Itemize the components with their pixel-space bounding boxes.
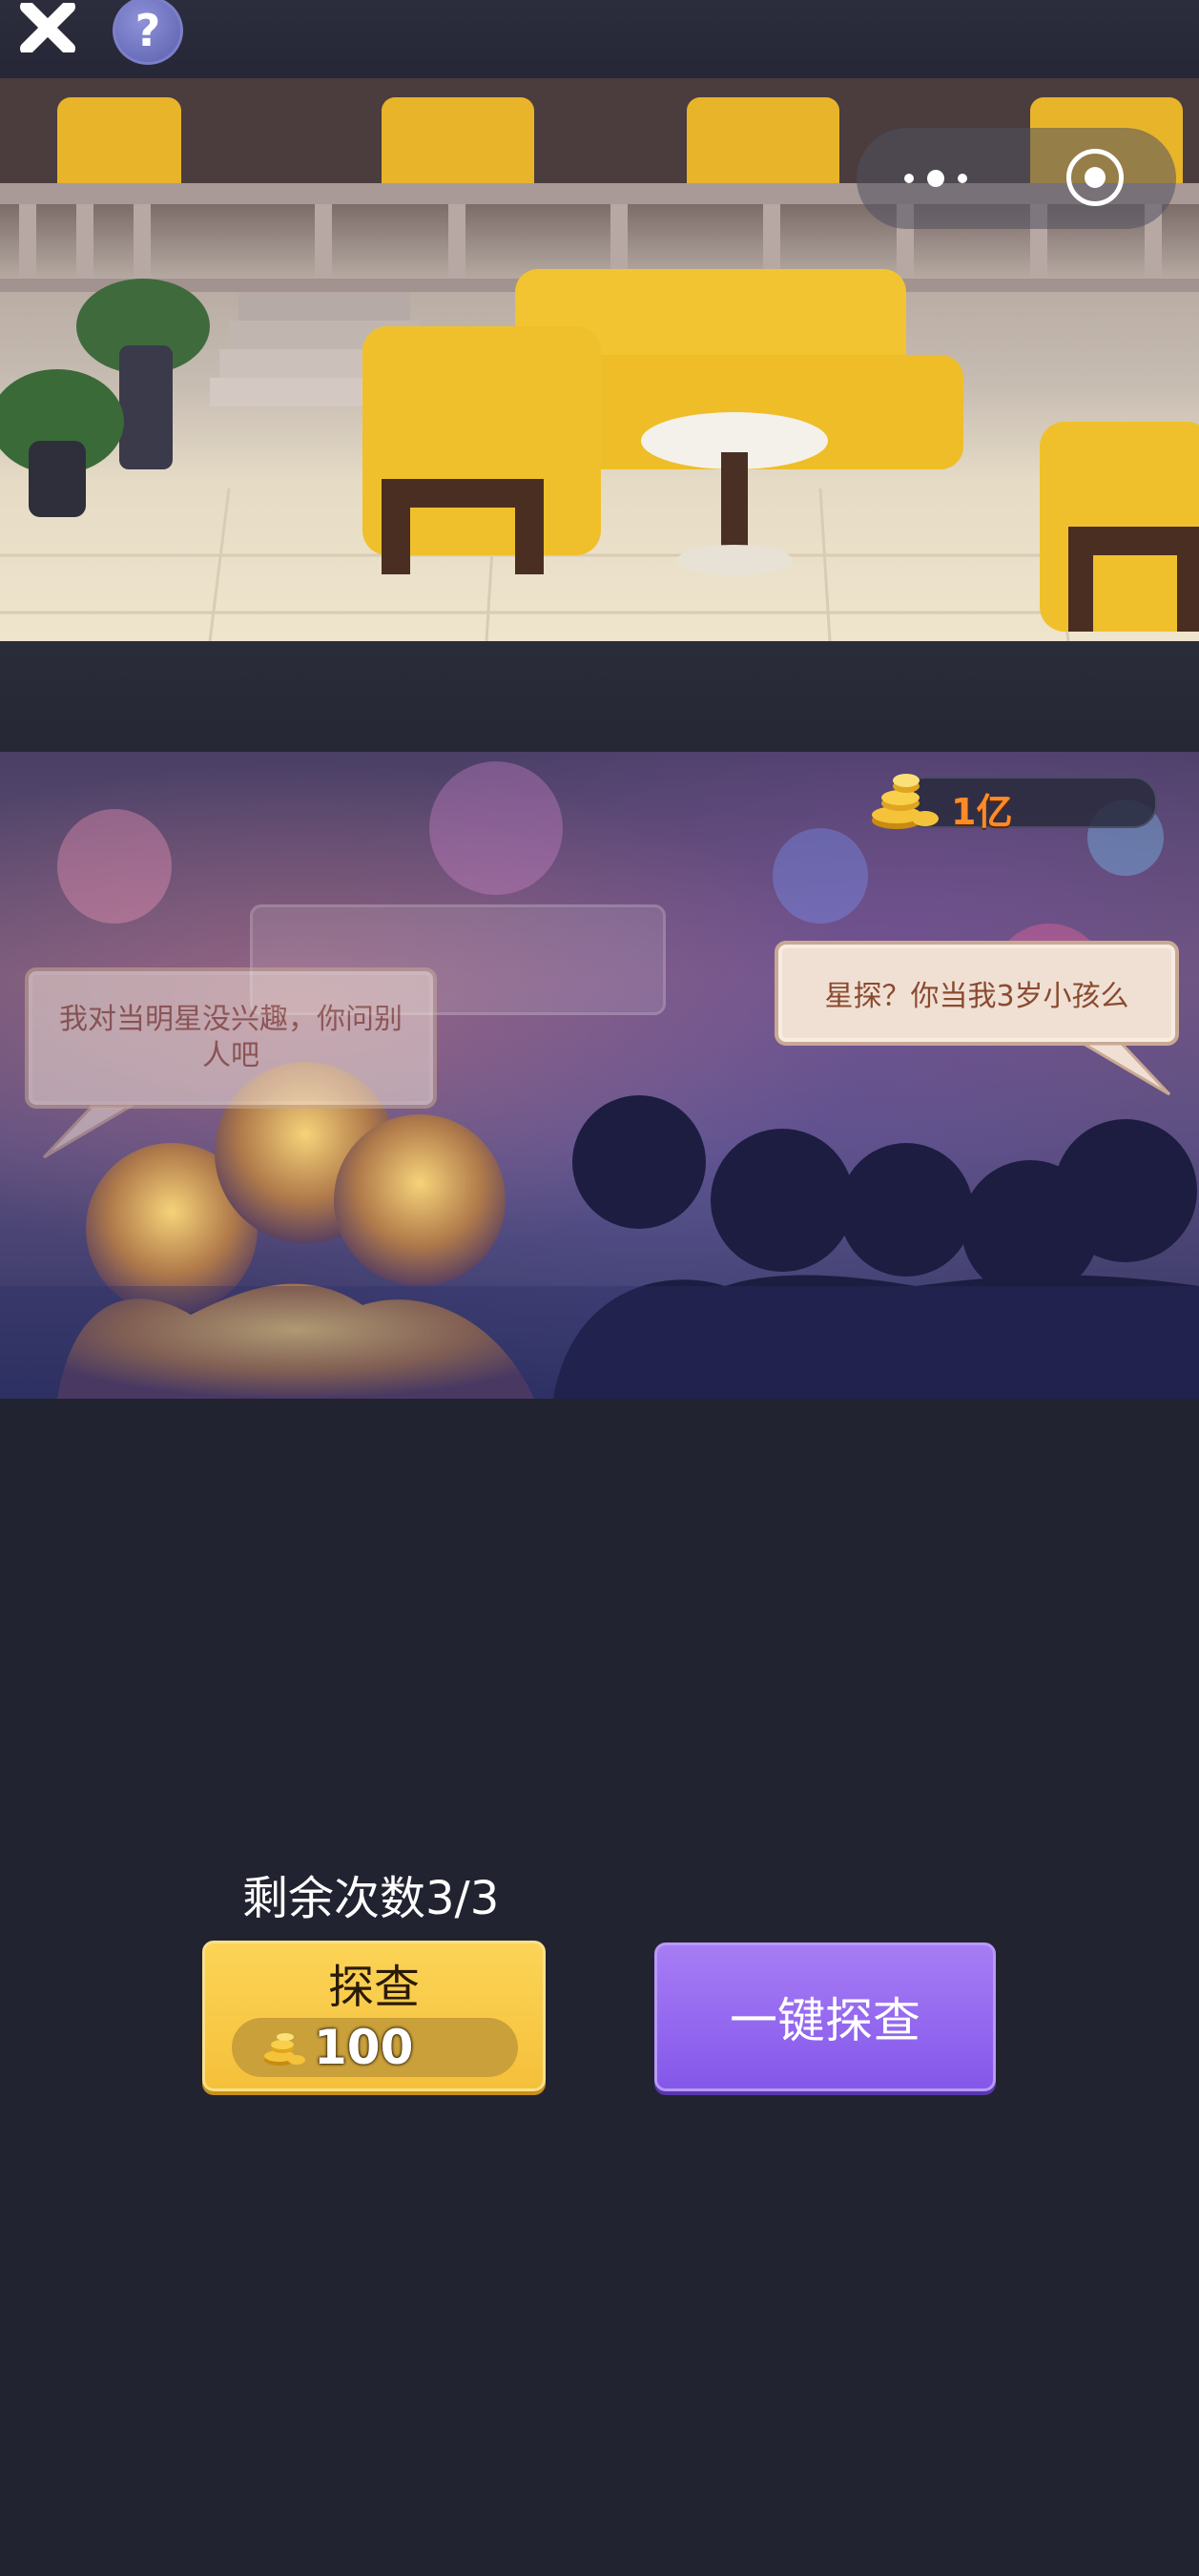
coin-balance-value: 1亿	[951, 791, 1013, 833]
close-icon	[20, 3, 75, 52]
probe-cost-value: 100	[314, 2020, 414, 2075]
probe-button-label: 探查	[327, 1961, 420, 2014]
probe-button[interactable]: 探查 100	[202, 1941, 546, 2091]
one-key-probe-button[interactable]: 一键探查	[654, 1942, 996, 2091]
speech-text-left: 我对当明星没兴趣，你问别人吧	[59, 1003, 403, 1072]
target-icon[interactable]	[1066, 149, 1124, 206]
coin-icon	[264, 2033, 305, 2066]
gold-coins-icon	[872, 774, 939, 829]
bubble-tail-right	[1078, 1042, 1171, 1096]
probe-cost-pill: 100	[232, 2018, 518, 2077]
more-dots-icon[interactable]	[904, 170, 967, 187]
help-label: ?	[134, 5, 161, 56]
crowd-scene: 我对当明星没兴趣，你问别人吧 星探？你当我3岁小孩么 1亿	[0, 752, 1199, 1399]
divider-band	[0, 641, 1199, 752]
speech-bubble-right: 星探？你当我3岁小孩么	[775, 941, 1179, 1046]
speech-bubble-left: 我对当明星没兴趣，你问别人吧	[25, 967, 437, 1109]
remaining-attempts-label: 剩余次数3/3	[242, 1872, 500, 1925]
speech-text-right: 星探？你当我3岁小孩么	[824, 980, 1129, 1013]
close-button[interactable]	[13, 0, 82, 55]
one-key-probe-label: 一键探查	[730, 1993, 920, 2048]
help-button[interactable]: ?	[113, 0, 183, 65]
bubble-tail-left	[42, 1105, 135, 1159]
top-bar: ?	[0, 0, 1199, 78]
lobby-scene	[0, 78, 1199, 641]
